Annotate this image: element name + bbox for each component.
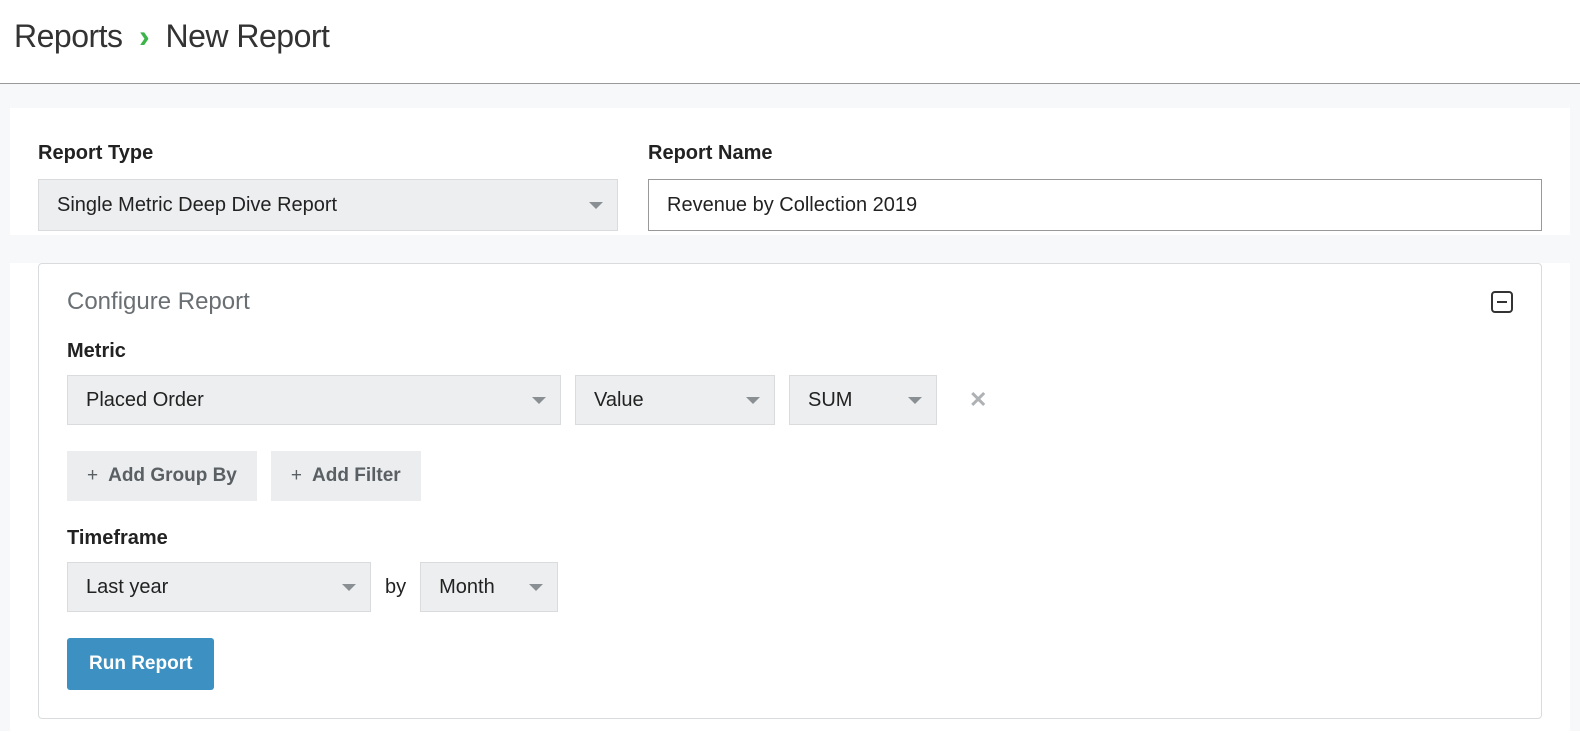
metric-label: Metric xyxy=(67,340,1513,363)
timeframe-range-value: Last year xyxy=(86,576,168,599)
add-group-by-label: Add Group By xyxy=(108,465,237,487)
report-type-select[interactable]: Single Metric Deep Dive Report xyxy=(38,179,618,231)
metric-actions-row: + Add Group By + Add Filter xyxy=(67,451,1513,501)
timeframe-section: Timeframe Last year by Month xyxy=(67,527,1513,612)
metric-field-value: Value xyxy=(594,389,644,412)
page-body: Report Type Single Metric Deep Dive Repo… xyxy=(0,83,1580,731)
report-meta-row: Report Type Single Metric Deep Dive Repo… xyxy=(10,108,1570,235)
metric-field-select[interactable]: Value xyxy=(575,375,775,425)
breadcrumb-root[interactable]: Reports xyxy=(14,18,123,54)
chevron-down-icon xyxy=(589,202,603,209)
timeframe-unit-value: Month xyxy=(439,576,495,599)
add-filter-label: Add Filter xyxy=(312,465,401,487)
metric-section: Metric Placed Order Value SUM ✕ xyxy=(67,340,1513,501)
breadcrumb: Reports › New Report xyxy=(14,18,1566,55)
timeframe-row: Last year by Month xyxy=(67,562,1513,612)
chevron-down-icon xyxy=(342,584,356,591)
add-filter-button[interactable]: + Add Filter xyxy=(271,451,421,501)
metric-select[interactable]: Placed Order xyxy=(67,375,561,425)
timeframe-label: Timeframe xyxy=(67,527,1513,550)
report-type-value: Single Metric Deep Dive Report xyxy=(57,194,337,217)
metric-row: Placed Order Value SUM ✕ xyxy=(67,375,1513,425)
page-header: Reports › New Report xyxy=(0,0,1580,83)
report-type-label: Report Type xyxy=(38,142,618,165)
breadcrumb-current: New Report xyxy=(165,18,329,54)
timeframe-range-select[interactable]: Last year xyxy=(67,562,371,612)
configure-header: Configure Report xyxy=(67,288,1513,316)
metric-agg-value: SUM xyxy=(808,389,852,412)
chevron-down-icon xyxy=(908,397,922,404)
configure-report-card: Configure Report Metric Placed Order Val… xyxy=(38,263,1542,719)
chevron-down-icon xyxy=(532,397,546,404)
plus-icon: + xyxy=(87,465,98,487)
remove-metric-button[interactable]: ✕ xyxy=(969,387,987,413)
close-icon: ✕ xyxy=(969,387,987,412)
run-report-label: Run Report xyxy=(89,653,192,674)
add-group-by-button[interactable]: + Add Group By xyxy=(67,451,257,501)
minus-icon xyxy=(1497,301,1507,303)
report-name-input[interactable] xyxy=(648,179,1542,231)
configure-title: Configure Report xyxy=(67,288,250,316)
timeframe-by-text: by xyxy=(385,576,406,599)
chevron-down-icon xyxy=(746,397,760,404)
chevron-down-icon xyxy=(529,584,543,591)
collapse-button[interactable] xyxy=(1491,291,1513,313)
report-name-group: Report Name xyxy=(648,142,1542,231)
metric-agg-select[interactable]: SUM xyxy=(789,375,937,425)
breadcrumb-separator-icon: › xyxy=(139,18,149,54)
run-report-button[interactable]: Run Report xyxy=(67,638,214,690)
plus-icon: + xyxy=(291,465,302,487)
timeframe-unit-select[interactable]: Month xyxy=(420,562,558,612)
report-type-group: Report Type Single Metric Deep Dive Repo… xyxy=(38,142,618,231)
report-name-label: Report Name xyxy=(648,142,1542,165)
metric-select-value: Placed Order xyxy=(86,389,204,412)
